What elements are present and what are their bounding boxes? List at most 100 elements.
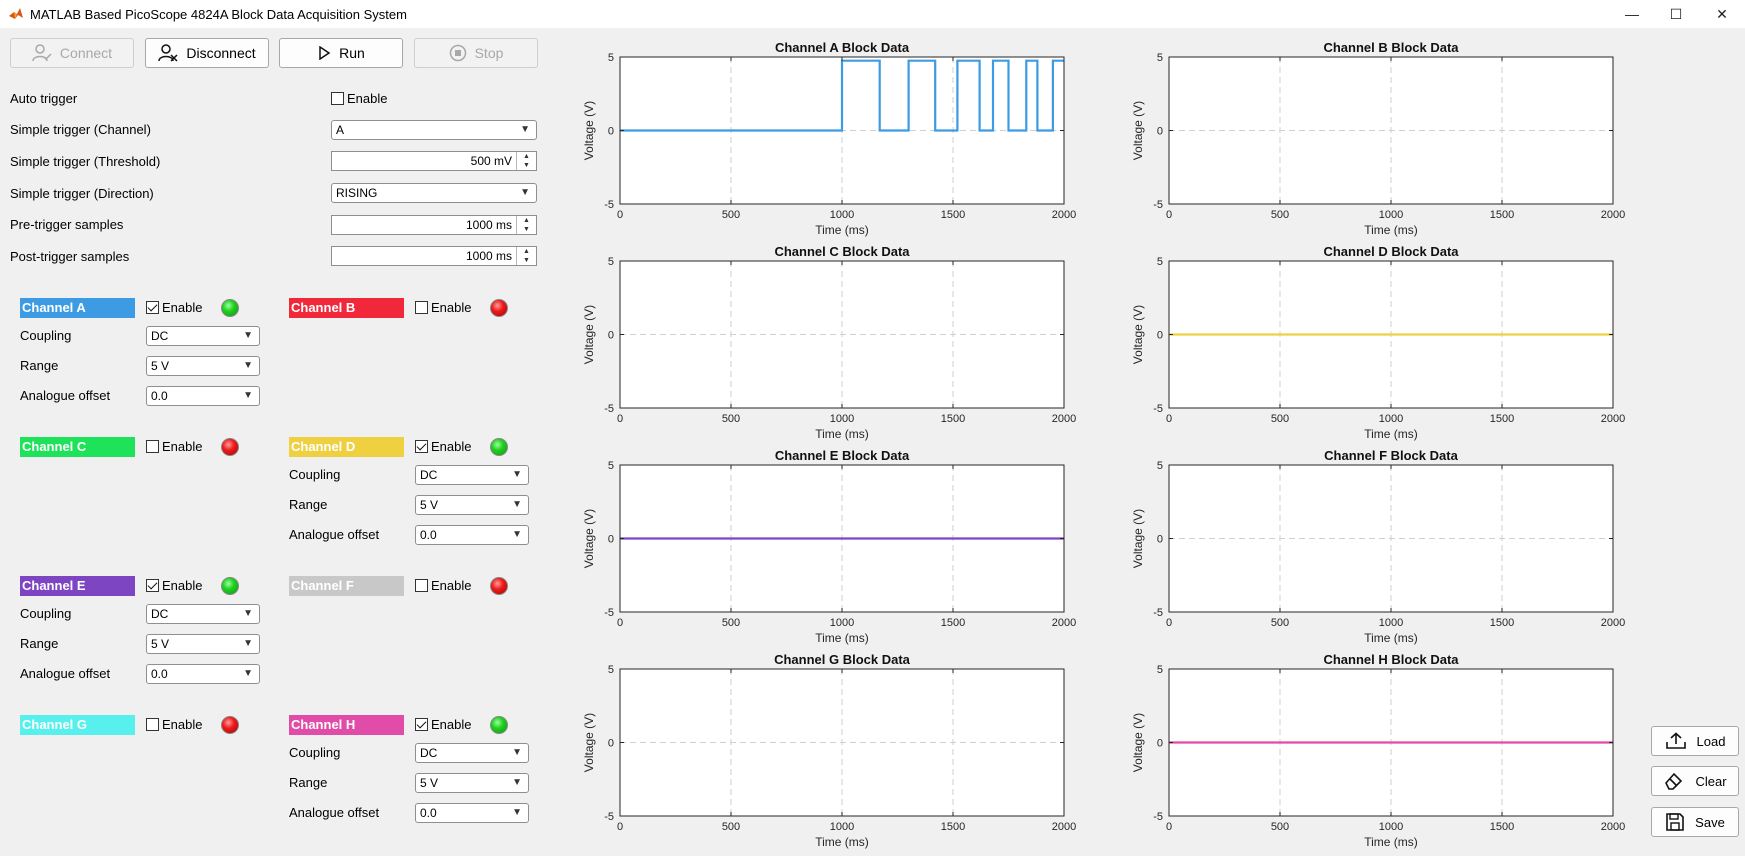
spinner-arrows-icon[interactable]: ▲ ▼ (516, 247, 536, 265)
trigger-threshold-spinner[interactable]: 500 mV ▲ ▼ (331, 151, 537, 171)
channel-a-range-value: 5 V (151, 359, 170, 373)
channel-h-range-dropdown[interactable]: 5 V ▼ (415, 773, 529, 793)
channel-e-enable-checkbox[interactable] (146, 579, 159, 592)
spinner-arrows-icon[interactable]: ▲ ▼ (516, 152, 536, 170)
spinner-arrows-icon[interactable]: ▲ ▼ (516, 216, 536, 234)
pre-trigger-spinner[interactable]: 1000 ms ▲ ▼ (331, 215, 537, 235)
user-remove-icon (158, 44, 178, 62)
x-axis-label: Time (ms) (815, 835, 869, 849)
channel-a-coupling-dropdown[interactable]: DC ▼ (146, 326, 260, 346)
channel-d-enable[interactable]: Enable (415, 439, 471, 454)
auto-trigger-enable[interactable]: Enable (331, 91, 387, 106)
channel-e-status-led (221, 577, 239, 595)
floppy-disk-icon (1666, 813, 1684, 831)
channel-a-offset-dropdown[interactable]: 0.0 ▼ (146, 386, 260, 406)
x-tick-label: 2000 (1601, 413, 1625, 425)
channel-d-range-dropdown[interactable]: 5 V ▼ (415, 495, 529, 515)
channel-e-coupling-dropdown[interactable]: DC ▼ (146, 604, 260, 624)
y-tick-label: 5 (1157, 256, 1163, 268)
channel-b-enable-checkbox[interactable] (415, 301, 428, 314)
x-tick-label: 1500 (941, 209, 965, 221)
channel-e-enable[interactable]: Enable (146, 578, 202, 593)
save-button[interactable]: Save (1651, 807, 1739, 837)
y-tick-label: 0 (1157, 330, 1163, 342)
trigger-channel-dropdown[interactable]: A ▼ (331, 120, 537, 140)
channel-a-label: Channel A (20, 298, 135, 318)
post-trigger-spinner[interactable]: 1000 ms ▲ ▼ (331, 246, 537, 266)
channel-h-coupling-dropdown[interactable]: DC ▼ (415, 743, 529, 763)
chevron-down-icon: ▼ (243, 360, 253, 371)
channel-h-enable[interactable]: Enable (415, 717, 471, 732)
channel-a-enable[interactable]: Enable (146, 300, 202, 315)
x-tick-label: 500 (722, 617, 740, 629)
minimize-button[interactable]: — (1609, 0, 1655, 28)
channel-e-label: Channel E (20, 576, 135, 596)
x-axis-label: Time (ms) (815, 427, 869, 441)
channel-h-enable-checkbox[interactable] (415, 718, 428, 731)
clear-button[interactable]: Clear (1651, 766, 1739, 796)
user-check-icon (32, 44, 52, 62)
channel-a-enable-checkbox[interactable] (146, 301, 159, 314)
run-label: Run (339, 45, 365, 61)
close-window-button[interactable]: ✕ (1699, 0, 1745, 28)
channel-g-enable[interactable]: Enable (146, 717, 202, 732)
trigger-channel-value: A (336, 123, 345, 137)
disconnect-button[interactable]: Disconnect (145, 38, 269, 68)
connect-button[interactable]: Connect (10, 38, 134, 68)
channel-f-enable[interactable]: Enable (415, 578, 471, 593)
auto-trigger-checkbox[interactable] (331, 92, 344, 105)
x-tick-label: 0 (617, 413, 623, 425)
channel-c-enable-checkbox[interactable] (146, 440, 159, 453)
channel-e-coupling-value: DC (151, 607, 169, 621)
chart-5[interactable]: 0 500 1000 1500 2000 -5 0 5 Channel E Block Data… (566, 446, 1126, 649)
chart-1[interactable]: 0 500 1000 1500 2000 -5 0 5 Channel A Block Data… (566, 38, 1126, 241)
channel-c-label: Channel C (20, 437, 135, 457)
chart-3[interactable]: 0 500 1000 1500 2000 -5 0 5 Channel C Block Data… (566, 242, 1126, 445)
maximize-button[interactable]: ☐ (1653, 0, 1699, 28)
chart-8[interactable]: 0 500 1000 1500 2000 -5 0 5 Channel H Block Data… (1115, 650, 1675, 853)
channel-d-enable-checkbox[interactable] (415, 440, 428, 453)
chart-svg: 0 500 1000 1500 2000-505Channel D Block Data… (1131, 244, 1625, 441)
chevron-down-icon: ▼ (512, 499, 522, 510)
channel-d-offset-label: Analogue offset (289, 527, 380, 542)
channel-d-offset-dropdown[interactable]: 0.0 ▼ (415, 525, 529, 545)
run-button[interactable]: Run (279, 38, 403, 68)
channel-g-enable-checkbox[interactable] (146, 718, 159, 731)
chart-4[interactable]: 0 500 1000 1500 2000 -5 0 5 Channel D Block Data… (1115, 242, 1675, 445)
y-tick-label: 5 (1157, 664, 1163, 676)
y-tick-label: 5 (1157, 460, 1163, 472)
chart-title: Channel E Block Data (775, 448, 910, 463)
trigger-direction-value: RISING (336, 186, 378, 200)
stop-button[interactable]: Stop (414, 38, 538, 68)
load-button[interactable]: Load (1651, 726, 1739, 756)
x-tick-label: 0 (617, 209, 623, 221)
chart-title: Channel C Block Data (774, 244, 910, 259)
trigger-channel-label: Simple trigger (Channel) (10, 122, 151, 137)
chart-6[interactable]: 0 500 1000 1500 2000 -5 0 5 Channel F Block Data… (1115, 446, 1675, 649)
channel-h-offset-dropdown[interactable]: 0.0 ▼ (415, 803, 529, 823)
channel-f-enable-label: Enable (431, 578, 472, 593)
channel-e-range-dropdown[interactable]: 5 V ▼ (146, 634, 260, 654)
post-trigger-value: 1000 ms (465, 249, 512, 263)
channel-a-status-led (221, 299, 239, 317)
x-tick-label: 1500 (1490, 617, 1514, 629)
chevron-down-icon: ▼ (520, 187, 530, 198)
chevron-down-icon: ▼ (520, 124, 530, 135)
channel-b-enable[interactable]: Enable (415, 300, 471, 315)
chevron-down-icon: ▼ (512, 529, 522, 540)
y-tick-label: 5 (608, 460, 614, 472)
chart-2[interactable]: 0 500 1000 1500 2000 -5 0 5 Channel B Block Data… (1115, 38, 1675, 241)
x-tick-label: 2000 (1601, 617, 1625, 629)
trigger-direction-dropdown[interactable]: RISING ▼ (331, 183, 537, 203)
chart-7[interactable]: 0 500 1000 1500 2000 -5 0 5 Channel G Block Data… (566, 650, 1126, 853)
matlab-logo-icon (9, 8, 23, 19)
channel-a-range-dropdown[interactable]: 5 V ▼ (146, 356, 260, 376)
x-tick-label: 1000 (1379, 617, 1403, 629)
channel-d-coupling-dropdown[interactable]: DC ▼ (415, 465, 529, 485)
channel-b-label: Channel B (289, 298, 404, 318)
channel-e-offset-dropdown[interactable]: 0.0 ▼ (146, 664, 260, 684)
channel-f-status-led (490, 577, 508, 595)
channel-f-enable-checkbox[interactable] (415, 579, 428, 592)
maximize-icon: ☐ (1669, 5, 1683, 22)
channel-c-enable[interactable]: Enable (146, 439, 202, 454)
